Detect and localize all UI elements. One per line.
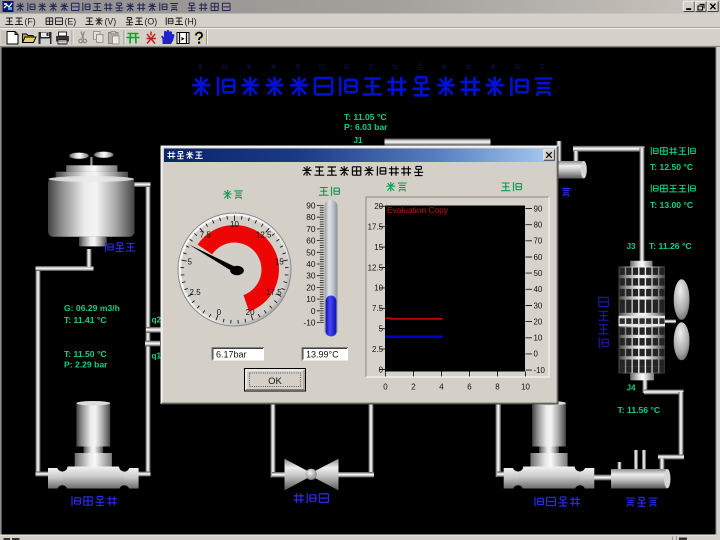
svg-text:10: 10 xyxy=(534,334,543,343)
svg-text:6: 6 xyxy=(467,383,472,392)
svg-text:2.5: 2.5 xyxy=(190,288,202,297)
svg-text:20: 20 xyxy=(534,317,543,326)
svg-text:0: 0 xyxy=(383,383,388,392)
svg-text:40: 40 xyxy=(306,259,316,269)
svg-text:T: 11.56 °C: T: 11.56 °C xyxy=(618,405,661,415)
svg-text:40: 40 xyxy=(534,285,543,294)
svg-text:T: 11.05 °C: T: 11.05 °C xyxy=(344,112,387,122)
svg-text:(E): (E) xyxy=(65,16,77,26)
svg-text:0: 0 xyxy=(217,308,222,317)
svg-text:20: 20 xyxy=(246,308,255,317)
svg-text:5: 5 xyxy=(187,257,192,266)
svg-text:(H): (H) xyxy=(185,16,197,26)
svg-text:J3: J3 xyxy=(627,242,637,251)
svg-text:Evaluation Copy: Evaluation Copy xyxy=(387,205,449,215)
svg-text:13.99°C: 13.99°C xyxy=(306,350,339,360)
svg-text:60: 60 xyxy=(534,253,543,262)
svg-text:4: 4 xyxy=(439,383,444,392)
svg-text:10: 10 xyxy=(306,294,316,304)
svg-text:2: 2 xyxy=(411,383,415,392)
svg-text:8: 8 xyxy=(495,383,500,392)
svg-text:6.17bar: 6.17bar xyxy=(216,350,247,360)
svg-text:15: 15 xyxy=(275,257,284,266)
svg-text:P: 6.03 bar: P: 6.03 bar xyxy=(344,122,388,132)
svg-text:70: 70 xyxy=(306,224,316,234)
svg-text:50: 50 xyxy=(534,269,543,278)
svg-text:70: 70 xyxy=(534,237,543,246)
svg-text:OK: OK xyxy=(268,376,282,387)
svg-text:J1: J1 xyxy=(354,136,364,145)
svg-text:90: 90 xyxy=(306,201,316,211)
svg-text:17.5: 17.5 xyxy=(266,288,282,297)
svg-text:30: 30 xyxy=(306,271,316,281)
svg-text:G: 06.29 m3/h: G: 06.29 m3/h xyxy=(64,303,120,313)
svg-text:T: 11.26 °C: T: 11.26 °C xyxy=(649,241,692,251)
svg-text:(O): (O) xyxy=(145,16,158,26)
svg-text:(F): (F) xyxy=(25,16,36,26)
svg-text:60: 60 xyxy=(306,236,316,246)
svg-text:T: 11.50 °C: T: 11.50 °C xyxy=(64,349,107,359)
svg-text:J4: J4 xyxy=(627,384,637,393)
svg-text:P: 2.29 bar: P: 2.29 bar xyxy=(64,360,108,370)
svg-text:0: 0 xyxy=(311,306,316,316)
svg-text:0: 0 xyxy=(534,350,539,359)
svg-text:(V): (V) xyxy=(105,16,117,26)
svg-text:10: 10 xyxy=(230,220,239,229)
svg-text:q1: q1 xyxy=(152,352,162,361)
svg-text:80: 80 xyxy=(306,212,316,222)
svg-text:10: 10 xyxy=(521,383,530,392)
svg-text:50: 50 xyxy=(306,247,316,257)
svg-text:T: 13.00 °C: T: 13.00 °C xyxy=(650,200,693,210)
svg-text:90: 90 xyxy=(534,204,543,213)
svg-text:T: 12.50 °C: T: 12.50 °C xyxy=(650,162,693,172)
svg-text:30: 30 xyxy=(534,301,543,310)
svg-text:-10: -10 xyxy=(534,366,546,375)
svg-text:7.5: 7.5 xyxy=(200,230,212,239)
svg-text:20: 20 xyxy=(306,282,316,292)
svg-text:q2: q2 xyxy=(152,316,162,325)
svg-text:80: 80 xyxy=(534,221,543,230)
svg-text:12.5: 12.5 xyxy=(256,230,272,239)
svg-text:-10: -10 xyxy=(304,318,316,328)
svg-text:T: 11.41 °C: T: 11.41 °C xyxy=(64,315,107,325)
